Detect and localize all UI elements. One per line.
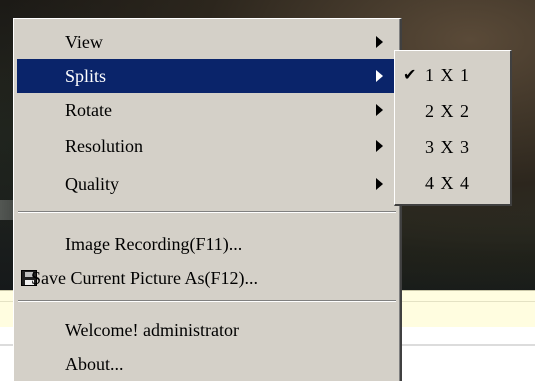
menu-item-label: Image Recording(F11)... [65, 234, 243, 254]
menu-item-view[interactable]: View [17, 25, 397, 59]
submenu-item-label: 2 X 2 [425, 101, 470, 121]
submenu-item-1x1[interactable]: ✔ 1 X 1 [397, 57, 507, 93]
submenu-item-4x4[interactable]: 4 X 4 [397, 165, 507, 201]
menu-item-label: View [65, 32, 103, 52]
menu-item-quality[interactable]: Quality [17, 167, 397, 201]
menu-item-label: Save Current Picture As(F12)... [31, 268, 258, 288]
submenu-arrow-icon [376, 36, 383, 48]
submenu-item-2x2[interactable]: 2 X 2 [397, 93, 507, 129]
check-icon: ✔ [403, 65, 417, 84]
menu-item-label: Splits [65, 66, 107, 86]
menu-item-label: Rotate [65, 100, 112, 120]
menu-item-rotate[interactable]: Rotate [17, 93, 397, 127]
submenu-arrow-icon [376, 104, 383, 116]
submenu-item-3x3[interactable]: 3 X 3 [397, 129, 507, 165]
menu-item-image-recording[interactable]: Image Recording(F11)... [17, 227, 397, 261]
menu-item-label: Quality [65, 174, 119, 194]
submenu-arrow-icon [376, 140, 383, 152]
menu-item-label: Welcome! administrator [65, 320, 239, 340]
menu-item-label: Resolution [65, 136, 144, 156]
submenu-item-label: 4 X 4 [425, 173, 470, 193]
splits-submenu: ✔ 1 X 1 2 X 2 3 X 3 4 X 4 [394, 50, 512, 206]
submenu-item-label: 1 X 1 [425, 65, 470, 85]
menu-separator [18, 211, 396, 213]
submenu-item-label: 3 X 3 [425, 137, 470, 157]
submenu-arrow-icon [376, 70, 383, 82]
menu-item-about[interactable]: About... [17, 347, 397, 381]
menu-item-welcome[interactable]: Welcome! administrator [17, 313, 397, 347]
context-menu: View Splits Rotate Resolution Quality Im… [13, 18, 402, 381]
menu-item-save-picture[interactable]: Save Current Picture As(F12)... [17, 261, 397, 295]
menu-separator [18, 300, 396, 302]
menu-item-resolution[interactable]: Resolution [17, 129, 397, 163]
menu-item-label: About... [65, 354, 124, 374]
menu-item-splits[interactable]: Splits [17, 59, 397, 93]
submenu-arrow-icon [376, 178, 383, 190]
